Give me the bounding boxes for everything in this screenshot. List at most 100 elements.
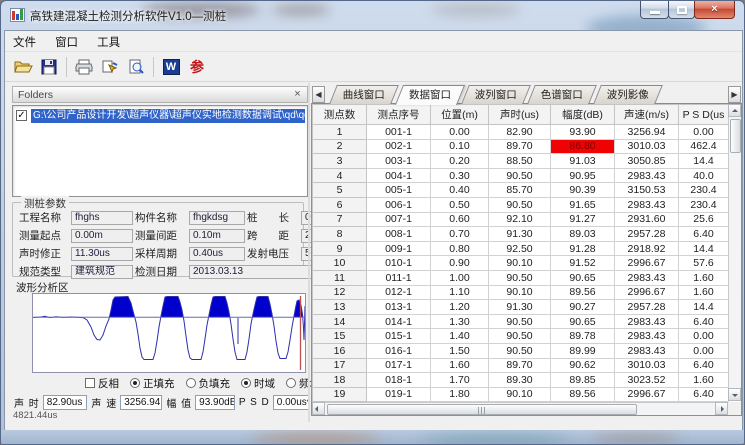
param-field[interactable]: fhghs <box>71 211 133 225</box>
pile-params-title: 测桩参数 <box>21 196 69 211</box>
column-header: 幅度(dB) <box>551 105 615 125</box>
title-bar[interactable]: 高铁建混凝土检测分析软件V1.0—测桩 × <box>1 1 744 30</box>
param-label: 声时修正 <box>19 246 69 261</box>
menu-tools[interactable]: 工具 <box>89 31 128 50</box>
tab-5[interactable]: 波列影像 <box>593 85 663 104</box>
table-row[interactable]: 3003-10.2088.5091.033050.8514.4 <box>313 154 729 169</box>
param-field[interactable]: 11.30us <box>71 247 133 261</box>
tab-2[interactable]: 数据窗口 <box>395 85 465 105</box>
table-cell: 0.70 <box>431 227 489 242</box>
tab-scroll-right-button[interactable]: ▶ <box>728 86 741 103</box>
folders-panel-header: Folders × <box>12 86 308 103</box>
sound-time-field[interactable]: 82.90us <box>43 395 88 410</box>
parameters-button[interactable]: 参 <box>184 55 210 79</box>
waveform-svg <box>33 294 305 372</box>
radio-fill-negative[interactable]: 负填充 <box>186 376 231 391</box>
checkbox-icon[interactable]: ✓ <box>16 110 27 121</box>
table-cell: 017-1 <box>367 358 431 373</box>
param-field[interactable]: 0.40us <box>189 247 245 261</box>
param-field[interactable]: 0.00m <box>71 229 133 243</box>
horizontal-scroll-thumb[interactable] <box>327 404 637 415</box>
table-cell: 2931.60 <box>615 212 679 227</box>
table-row[interactable]: 12012-11.1090.1089.562996.671.60 <box>313 285 729 300</box>
table-row[interactable]: 1001-10.0082.9093.903256.940.00 <box>313 125 729 140</box>
data-table: 测点数测点序号位置(m)声时(us)幅度(dB)声速(m/s)P S D(us … <box>312 104 729 402</box>
scroll-up-button[interactable] <box>728 104 741 117</box>
folder-item[interactable]: ✓G:\公司产品设计开发\超声仪器\超声仪实地检测数据调试\qd\qd03\qd… <box>13 108 307 123</box>
table-row[interactable]: 4004-10.3090.5090.952983.4340.0 <box>313 168 729 183</box>
vertical-scroll-thumb[interactable] <box>730 119 741 153</box>
table-row[interactable]: 8008-10.7091.3089.032957.286.40 <box>313 227 729 242</box>
table-row[interactable]: 13013-11.2091.3090.272957.2814.4 <box>313 300 729 315</box>
table-row[interactable]: 5005-10.4085.7090.393150.53230.4 <box>313 183 729 198</box>
scroll-down-button[interactable] <box>728 388 741 401</box>
table-cell: 0.00 <box>679 343 729 358</box>
menu-bar: 文件 窗口 工具 <box>5 31 742 52</box>
tab-4[interactable]: 色谱窗口 <box>527 85 597 104</box>
param-field[interactable]: 建筑规范 <box>71 265 133 279</box>
table-row[interactable]: 18018-11.7089.3089.853023.521.60 <box>313 373 729 388</box>
panel-splitter[interactable] <box>308 83 310 422</box>
table-cell: 3050.85 <box>615 154 679 169</box>
word-export-button[interactable]: W <box>158 55 184 79</box>
table-cell: 019-1 <box>367 387 431 402</box>
table-cell: 82.90 <box>489 125 551 140</box>
table-cell: 462.4 <box>679 139 729 154</box>
table-cell: 007-1 <box>367 212 431 227</box>
open-button[interactable] <box>10 55 36 79</box>
table-row[interactable]: 19019-11.8090.1089.562996.676.40 <box>313 387 729 402</box>
table-cell: 90.62 <box>551 358 615 373</box>
menu-window[interactable]: 窗口 <box>47 31 86 50</box>
table-cell: 1.10 <box>431 285 489 300</box>
export-button[interactable] <box>97 55 123 79</box>
tab-1[interactable]: 曲线窗口 <box>329 85 399 104</box>
table-cell: 90.50 <box>489 329 551 344</box>
table-row[interactable]: 11011-11.0090.5090.652983.431.60 <box>313 270 729 285</box>
save-button[interactable] <box>36 55 62 79</box>
table-cell: 3 <box>313 154 367 169</box>
table-row[interactable]: 2002-10.1089.7086.803010.03462.4 <box>313 139 729 154</box>
radio-fill-positive[interactable]: 正填充 <box>130 376 175 391</box>
maximize-button[interactable] <box>668 1 695 19</box>
scroll-right-button[interactable] <box>715 402 728 415</box>
folder-list[interactable]: ✓G:\公司产品设计开发\超声仪器\超声仪实地检测数据调试\qd\qd03\qd… <box>12 105 308 197</box>
param-field[interactable]: fhgkdsg <box>189 211 245 225</box>
table-row[interactable]: 16016-11.5090.5089.992983.430.00 <box>313 343 729 358</box>
table-cell: 18 <box>313 373 367 388</box>
amplitude-field[interactable]: 93.90dB <box>195 395 235 410</box>
column-header: P S D(us <box>679 105 729 125</box>
minimize-button[interactable] <box>640 1 669 19</box>
table-row[interactable]: 15015-11.4090.5089.782983.430.00 <box>313 329 729 344</box>
table-row[interactable]: 7007-10.6092.1091.272931.6025.6 <box>313 212 729 227</box>
table-cell: 90.50 <box>489 270 551 285</box>
tab-scroll-left-button[interactable]: ◀ <box>312 86 325 103</box>
table-row[interactable]: 14014-11.3090.5090.652983.436.40 <box>313 314 729 329</box>
waveform-controls: 反相 正填充 负填充 时域 频域 <box>85 376 311 390</box>
sound-velocity-field[interactable]: 3256.94m/s <box>120 395 162 410</box>
table-cell: 12 <box>313 285 367 300</box>
print-button[interactable] <box>71 55 97 79</box>
table-row[interactable]: 6006-10.5090.5091.652983.43230.4 <box>313 197 729 212</box>
table-cell: 86.80 <box>551 139 615 154</box>
table-row[interactable]: 10010-10.9090.1091.522996.6757.6 <box>313 256 729 271</box>
table-cell: 005-1 <box>367 183 431 198</box>
print-preview-icon <box>128 59 144 75</box>
preview-button[interactable] <box>123 55 149 79</box>
table-row[interactable]: 9009-10.8092.5091.282918.9214.4 <box>313 241 729 256</box>
table-cell: 88.50 <box>489 154 551 169</box>
menu-file[interactable]: 文件 <box>5 31 44 50</box>
radio-time-domain[interactable]: 时域 <box>241 376 275 391</box>
table-cell: 89.56 <box>551 387 615 402</box>
param-label: 构件名称 <box>135 210 187 225</box>
param-field[interactable]: 0.10m <box>189 229 245 243</box>
table-row[interactable]: 17017-11.6089.7090.623010.036.40 <box>313 358 729 373</box>
invert-checkbox[interactable]: 反相 <box>85 376 119 391</box>
horizontal-scrollbar[interactable] <box>312 402 728 415</box>
scroll-left-button[interactable] <box>312 402 325 415</box>
vertical-scrollbar[interactable] <box>728 104 741 401</box>
table-cell: 16 <box>313 343 367 358</box>
close-button[interactable]: × <box>694 1 735 19</box>
folders-close-icon[interactable]: × <box>291 88 304 100</box>
psd-field[interactable]: 0.00us^2/m <box>273 395 310 410</box>
tab-3[interactable]: 波列窗口 <box>461 85 531 104</box>
